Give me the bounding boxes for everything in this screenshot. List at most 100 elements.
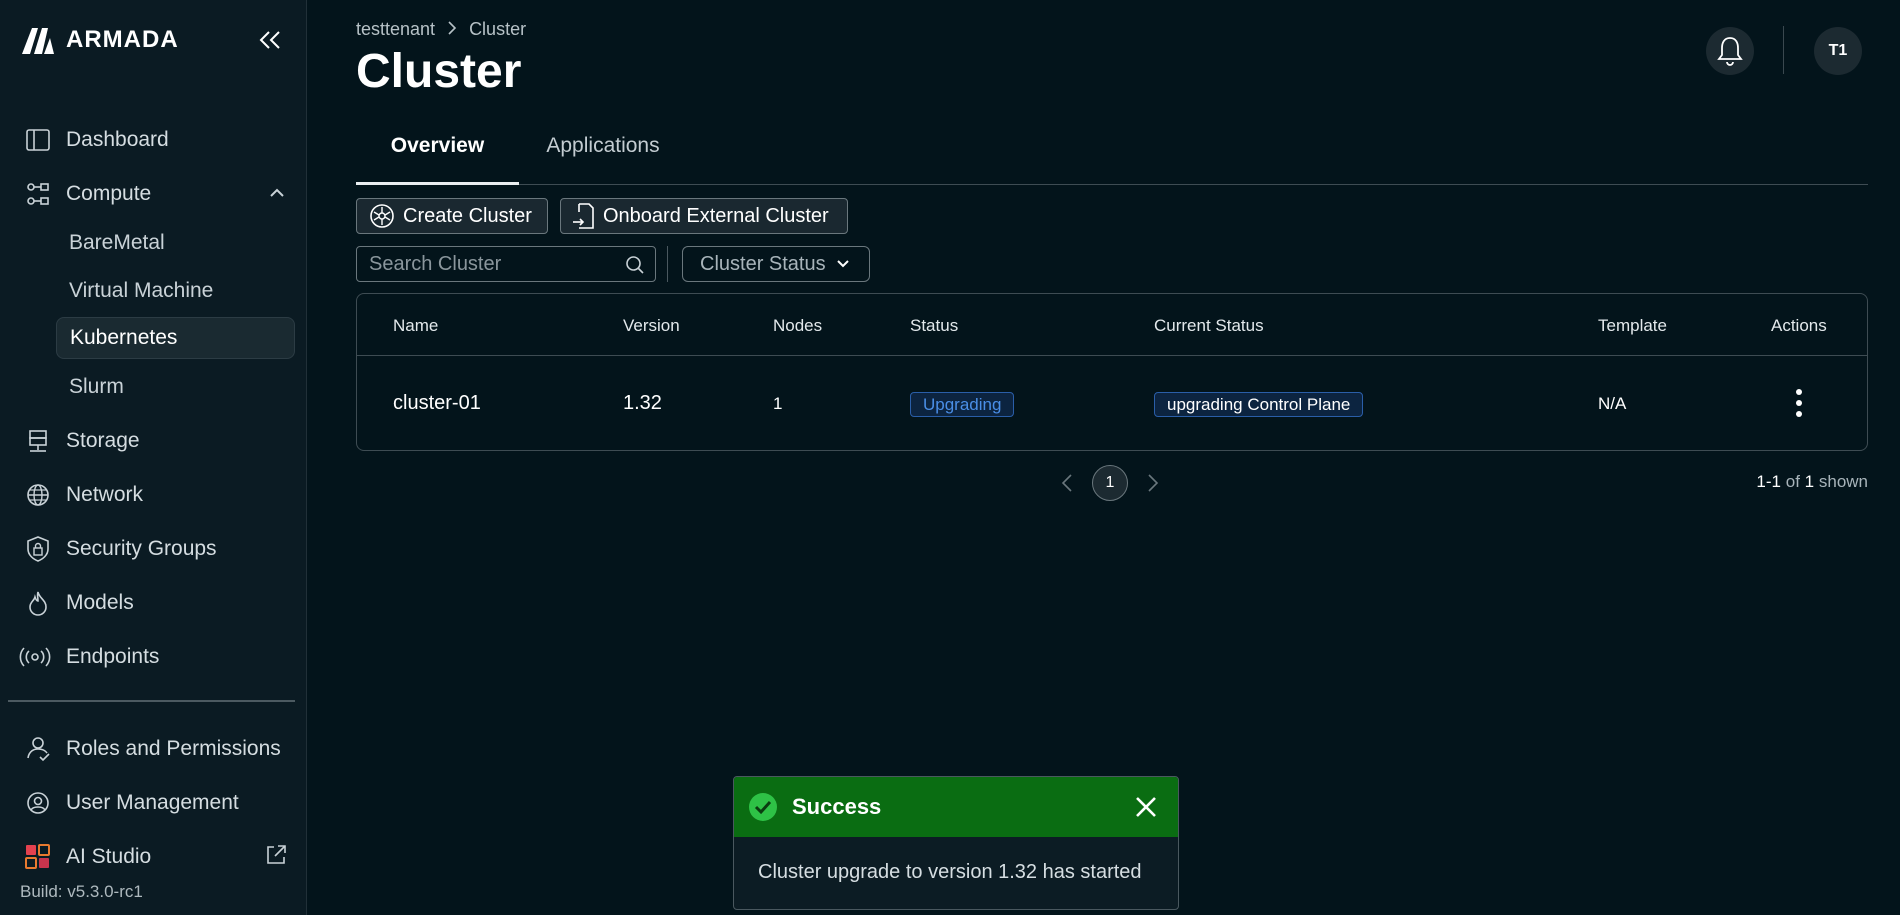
avatar[interactable]: T1 — [1814, 27, 1862, 75]
tab-overview[interactable]: Overview — [356, 115, 519, 185]
logo-text: ARMADA — [66, 26, 179, 53]
build-version: Build: v5.3.0-rc1 — [20, 882, 143, 901]
broadcast-icon — [18, 643, 52, 671]
results-suffix: shown — [1818, 472, 1868, 491]
toast-title: Success — [792, 794, 882, 819]
sidebar-item-user-management[interactable]: User Management — [0, 781, 307, 825]
create-cluster-label: Create Cluster — [403, 204, 532, 227]
sidebar-item-compute[interactable]: Compute — [0, 172, 307, 216]
cell-template: N/A — [1598, 394, 1627, 413]
sidebar-subitem-baremetal[interactable]: BareMetal — [56, 222, 295, 264]
cluster-table: Name Version Nodes Status Current Status… — [356, 293, 1868, 451]
page-title: Cluster — [356, 45, 522, 98]
pagination: 1 — [1056, 465, 1164, 501]
header-divider — [1783, 26, 1784, 74]
cell-nodes: 1 — [773, 394, 783, 413]
flame-icon — [24, 589, 52, 617]
collapse-sidebar-button[interactable] — [256, 26, 284, 54]
sidebar-item-label: Network — [66, 483, 144, 506]
sidebar-item-label: User Management — [66, 791, 239, 814]
onboard-external-cluster-label: Onboard External Cluster — [603, 204, 829, 227]
column-header-version[interactable]: Version — [623, 316, 680, 336]
toast-header: Success — [734, 777, 1178, 837]
column-header-nodes[interactable]: Nodes — [773, 316, 822, 336]
cluster-status-label: Cluster Status — [700, 252, 826, 275]
chevron-up-icon[interactable] — [269, 185, 285, 203]
column-header-current-status[interactable]: Current Status — [1154, 316, 1264, 336]
sidebar-item-label: Roles and Permissions — [66, 737, 281, 760]
sidebar-item-network[interactable]: Network — [0, 473, 307, 517]
table-header: Name Version Nodes Status Current Status… — [357, 294, 1867, 356]
toast-message: Cluster upgrade to version 1.32 has star… — [758, 861, 1142, 883]
results-range: 1-1 — [1756, 472, 1781, 491]
sidebar-item-label: Endpoints — [66, 645, 160, 668]
check-circle-icon — [749, 793, 777, 821]
cell-version: 1.32 — [623, 392, 662, 414]
sidebar-item-label: Security Groups — [66, 537, 217, 560]
column-header-actions: Actions — [1771, 316, 1827, 335]
status-badge: Upgrading — [910, 392, 1015, 417]
current-status-badge: upgrading Control Plane — [1154, 392, 1364, 417]
next-page-button[interactable] — [1142, 472, 1164, 494]
sidebar-item-endpoints[interactable]: Endpoints — [0, 635, 307, 679]
breadcrumb-current: Cluster — [469, 19, 527, 39]
create-cluster-button[interactable]: Create Cluster — [356, 198, 548, 234]
sidebar-item-label: Dashboard — [66, 128, 169, 151]
close-toast-button[interactable] — [1132, 793, 1160, 821]
sidebar-item-security-groups[interactable]: Security Groups — [0, 527, 307, 571]
onboard-external-cluster-button[interactable]: Onboard External Cluster — [560, 198, 848, 234]
column-header-status[interactable]: Status — [910, 316, 958, 336]
prev-page-button[interactable] — [1056, 472, 1078, 494]
search-input[interactable] — [369, 252, 609, 276]
sidebar-item-dashboard[interactable]: Dashboard — [0, 118, 307, 162]
compute-icon — [24, 180, 52, 208]
sidebar-subitem-kubernetes[interactable]: Kubernetes — [56, 317, 295, 359]
sidebar-item-label: AI Studio — [66, 845, 152, 868]
page-number-button[interactable]: 1 — [1092, 465, 1128, 501]
chevron-down-icon — [836, 260, 849, 268]
results-of: of — [1785, 472, 1800, 491]
cluster-status-dropdown[interactable]: Cluster Status — [682, 246, 870, 282]
search-icon[interactable] — [625, 255, 645, 280]
bell-icon — [1717, 37, 1743, 66]
kubernetes-icon — [370, 204, 394, 228]
chevron-right-icon — [1148, 474, 1159, 492]
sidebar-item-roles-and-permissions[interactable]: Roles and Permissions — [0, 727, 307, 771]
double-chevron-left-icon — [259, 31, 280, 49]
close-icon — [1136, 797, 1156, 817]
sidebar-item-ai-studio[interactable]: AI Studio — [0, 835, 307, 879]
sidebar-item-models[interactable]: Models — [0, 581, 307, 625]
column-header-template[interactable]: Template — [1598, 316, 1667, 336]
globe-icon — [24, 481, 52, 509]
column-header-name[interactable]: Name — [393, 316, 438, 336]
armada-logo-icon — [22, 28, 54, 54]
sidebar-item-label: Models — [66, 591, 134, 614]
user-gear-icon — [24, 789, 52, 817]
armada-logo[interactable]: ARMADA — [20, 24, 179, 56]
sidebar-item-label: Storage — [66, 429, 140, 452]
chevron-right-icon — [447, 19, 457, 40]
shield-icon — [24, 535, 52, 563]
sidebar: ARMADA Dashboard Compute BareMetal Virtu… — [0, 0, 307, 915]
success-toast: Success Cluster upgrade to version 1.32 … — [733, 776, 1179, 910]
notifications-button[interactable] — [1706, 27, 1754, 75]
breadcrumb: testtenant Cluster — [356, 19, 526, 40]
tab-applications[interactable]: Applications — [519, 115, 687, 185]
cell-name[interactable]: cluster-01 — [393, 392, 481, 415]
row-actions-menu-button[interactable] — [1789, 386, 1809, 420]
chevron-left-icon — [1061, 474, 1072, 492]
sidebar-subitem-slurm[interactable]: Slurm — [56, 366, 295, 408]
tab-bar: Overview Applications — [356, 115, 1868, 185]
search-cluster-field — [356, 246, 656, 282]
results-count: 1-1 of 1 shown — [1756, 472, 1868, 492]
sidebar-divider — [8, 700, 295, 702]
filter-divider — [667, 246, 668, 282]
external-link-icon[interactable] — [265, 844, 287, 871]
results-total: 1 — [1804, 472, 1815, 491]
sidebar-item-label: Compute — [66, 182, 152, 205]
sidebar-item-storage[interactable]: Storage — [0, 419, 307, 463]
kebab-dot — [1796, 400, 1802, 406]
breadcrumb-tenant[interactable]: testtenant — [356, 19, 435, 40]
kebab-dot — [1796, 411, 1802, 417]
sidebar-subitem-virtual-machine[interactable]: Virtual Machine — [56, 270, 295, 312]
